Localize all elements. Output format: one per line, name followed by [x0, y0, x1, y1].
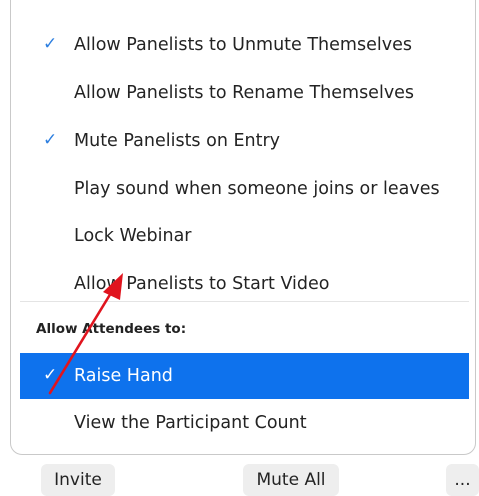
checkmark-icon: ✓ — [43, 34, 58, 54]
menu-item-label: Mute Panelists on Entry — [74, 131, 281, 151]
menu-item-participant-count[interactable]: View the Participant Count — [11, 401, 475, 445]
mute-all-button[interactable]: Mute All — [243, 464, 339, 496]
menu-item-label: Allow Panelists to Start Video — [74, 274, 330, 294]
menu-item-label: View the Participant Count — [74, 413, 307, 433]
menu-item-label: Allow Panelists to Rename Themselves — [74, 83, 415, 103]
menu-item-label: Play sound when someone joins or leaves — [74, 179, 440, 199]
checkmark-icon: ✓ — [43, 365, 58, 385]
checkmark-icon — [43, 178, 61, 198]
menu-item-allow-unmute[interactable]: ✓ Allow Panelists to Unmute Themselves — [11, 23, 475, 67]
menu-item-mute-on-entry[interactable]: ✓ Mute Panelists on Entry — [11, 119, 475, 163]
menu-divider — [20, 301, 469, 302]
participant-settings-menu: ✓ Allow Panelists to Unmute Themselves A… — [10, 0, 476, 455]
menu-item-allow-rename[interactable]: Allow Panelists to Rename Themselves — [11, 71, 475, 115]
checkmark-icon: ✓ — [43, 130, 58, 150]
menu-item-label: Raise Hand — [74, 366, 173, 386]
checkmark-icon — [43, 412, 61, 432]
menu-item-lock-webinar[interactable]: Lock Webinar — [11, 214, 475, 258]
menu-item-play-sound[interactable]: Play sound when someone joins or leaves — [11, 167, 475, 211]
menu-item-label: Lock Webinar — [74, 226, 192, 246]
more-options-button[interactable]: ... — [446, 464, 479, 496]
menu-item-raise-hand[interactable]: ✓ Raise Hand — [20, 353, 469, 399]
checkmark-icon — [43, 225, 61, 245]
checkmark-icon — [43, 82, 61, 102]
invite-button[interactable]: Invite — [41, 464, 115, 496]
attendees-section-header: Allow Attendees to: — [36, 321, 187, 337]
menu-item-start-video[interactable]: Allow Panelists to Start Video — [11, 262, 475, 306]
menu-item-label: Allow Panelists to Unmute Themselves — [74, 35, 412, 55]
checkmark-icon — [43, 273, 61, 293]
